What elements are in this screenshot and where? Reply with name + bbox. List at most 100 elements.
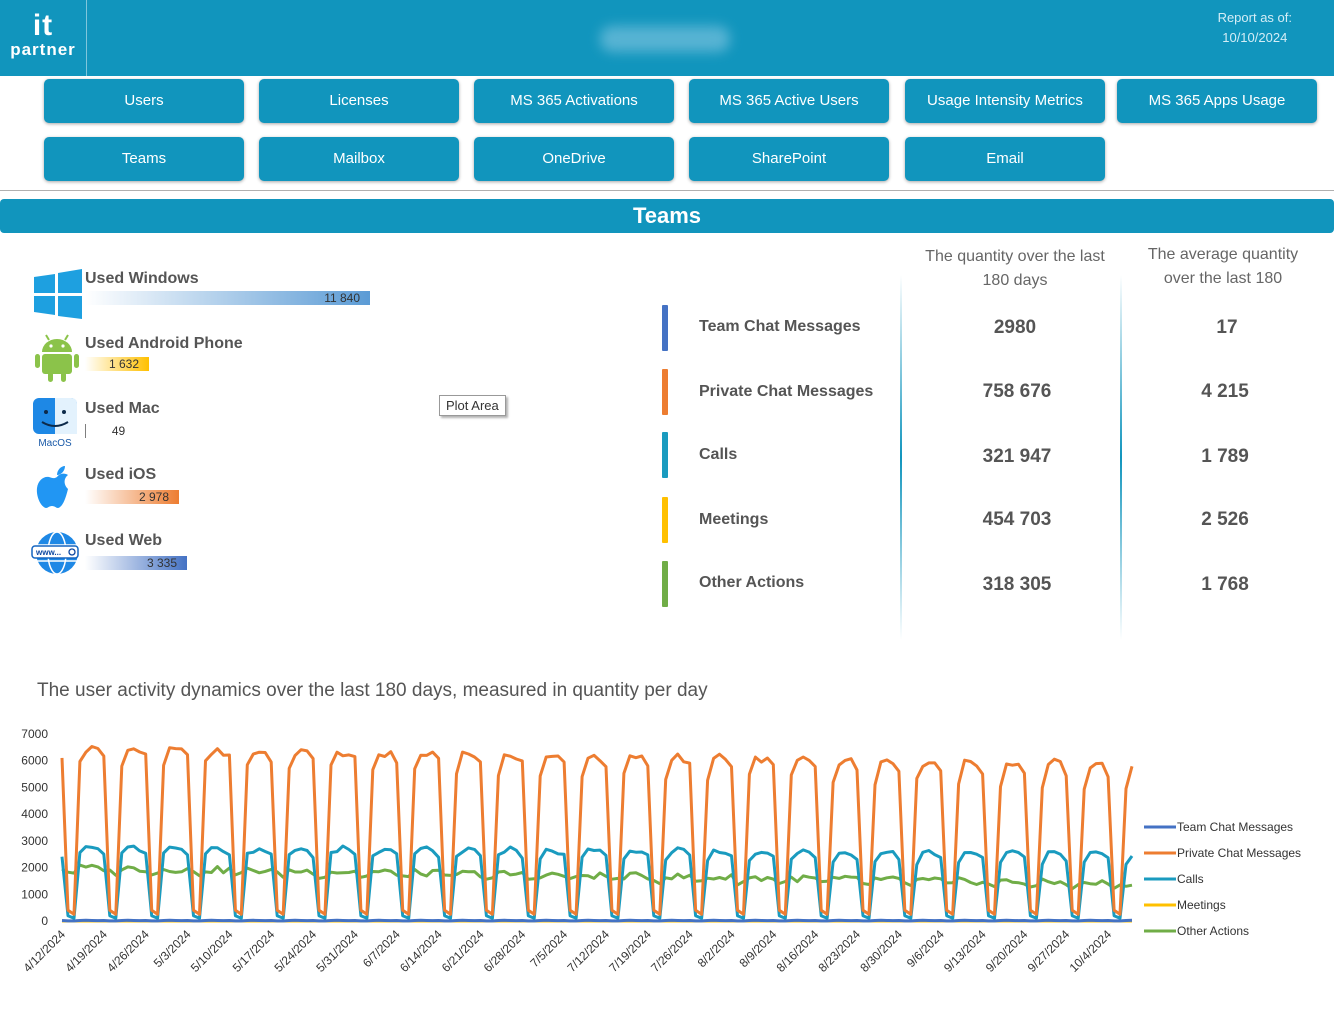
column-divider xyxy=(900,275,902,640)
x-tick-label: 6/28/2024 xyxy=(481,927,529,975)
nav-active-users-button[interactable]: MS 365 Active Users xyxy=(689,79,889,123)
activity-line-chart[interactable]: 010002000300040005000600070004/12/20244/… xyxy=(0,720,1334,1012)
android-icon xyxy=(35,334,79,382)
y-tick-label: 0 xyxy=(41,914,48,928)
series-line-team-chat-messages xyxy=(61,918,1133,923)
metric-average: 17 xyxy=(1216,317,1238,338)
x-tick-label: 6/14/2024 xyxy=(397,927,445,975)
x-tick-label: 5/3/2024 xyxy=(151,927,194,970)
metric-total: 321 947 xyxy=(982,446,1052,467)
x-tick-label: 9/13/2024 xyxy=(941,927,989,975)
chart-title: The user activity dynamics over the last… xyxy=(37,680,708,701)
x-tick-label: 8/23/2024 xyxy=(815,927,863,975)
macos-icon-caption: MacOS xyxy=(38,438,72,448)
y-tick-label: 3000 xyxy=(21,834,48,848)
device-label-android: Used Android Phone xyxy=(85,335,243,352)
metric-color-marker xyxy=(662,305,668,351)
x-tick-label: 8/16/2024 xyxy=(774,927,822,975)
plot-area-tooltip: Plot Area xyxy=(439,395,506,416)
nav-apps-usage-button[interactable]: MS 365 Apps Usage xyxy=(1117,79,1317,123)
x-tick-label: 6/7/2024 xyxy=(360,927,403,970)
metric-color-marker xyxy=(662,432,668,478)
metric-average: 1 768 xyxy=(1201,574,1249,595)
device-bar-mac: 49 xyxy=(85,424,151,438)
metric-color-marker xyxy=(662,561,668,607)
series-line-private-chat-messages xyxy=(60,745,1134,916)
nav-usage-intensity-button[interactable]: Usage Intensity Metrics xyxy=(905,79,1105,123)
series-line-other-actions xyxy=(61,863,1133,891)
x-tick-label: 7/26/2024 xyxy=(648,927,696,975)
x-tick-label: 7/12/2024 xyxy=(564,927,612,975)
legend-label: Team Chat Messages xyxy=(1177,820,1293,834)
device-bar-android: 1 632 xyxy=(85,357,149,371)
x-tick-label: 5/10/2024 xyxy=(188,927,236,975)
y-tick-label: 4000 xyxy=(21,807,48,821)
tenant-name-blurred xyxy=(600,26,730,52)
web-icon: www... xyxy=(31,531,79,575)
nav-mailbox-button[interactable]: Mailbox xyxy=(259,137,459,181)
x-tick-label: 4/26/2024 xyxy=(104,927,152,975)
section-title: Teams xyxy=(0,199,1334,233)
logo-line2: partner xyxy=(10,40,76,59)
device-label-web: Used Web xyxy=(85,532,163,549)
x-tick-label: 5/31/2024 xyxy=(313,927,361,975)
metric-total: 454 703 xyxy=(982,509,1052,530)
legend-label: Calls xyxy=(1177,872,1204,886)
x-tick-label: 5/24/2024 xyxy=(272,927,320,975)
windows-icon xyxy=(34,269,82,319)
y-tick-label: 1000 xyxy=(21,887,48,901)
macos-icon: MacOS xyxy=(33,398,77,448)
metric-total: 318 305 xyxy=(982,574,1052,595)
nav-onedrive-button[interactable]: OneDrive xyxy=(474,137,674,181)
x-tick-label: 9/6/2024 xyxy=(904,927,947,970)
nav-users-button[interactable]: Users xyxy=(44,79,244,123)
metric-total: 2980 xyxy=(993,317,1037,338)
device-label-ios: Used iOS xyxy=(85,466,157,483)
device-bar-windows: 11 840 xyxy=(85,291,370,305)
svg-text:www...: www... xyxy=(35,548,61,557)
x-tick-label: 7/5/2024 xyxy=(527,927,570,970)
metric-label: Team Chat Messages xyxy=(699,318,861,335)
nav-teams-button[interactable]: Teams xyxy=(44,137,244,181)
device-bar-ios: 2 978 xyxy=(85,490,179,504)
metric-color-marker xyxy=(662,369,668,415)
metric-label: Calls xyxy=(699,446,738,463)
x-tick-label: 5/17/2024 xyxy=(230,927,278,975)
col-header-average: The average quantity over the last 180 xyxy=(1147,246,1299,287)
report-date: 10/10/2024 xyxy=(1222,30,1288,45)
device-label-mac: Used Mac xyxy=(85,400,160,417)
x-tick-label: 6/21/2024 xyxy=(439,927,487,975)
metric-average: 1 789 xyxy=(1201,446,1249,467)
x-tick-label: 9/27/2024 xyxy=(1025,927,1073,975)
header-bar: it partner Report as of: 10/10/2024 xyxy=(0,0,1334,76)
x-tick-label: 10/4/2024 xyxy=(1067,927,1115,975)
x-tick-label: 7/19/2024 xyxy=(606,927,654,975)
x-tick-label: 4/19/2024 xyxy=(62,927,110,975)
nav-licenses-button[interactable]: Licenses xyxy=(259,79,459,123)
device-label-windows: Used Windows xyxy=(85,270,199,287)
col-header-total: The quantity over the last 180 days xyxy=(925,248,1105,289)
nav-activations-button[interactable]: MS 365 Activations xyxy=(474,79,674,123)
nav-email-button[interactable]: Email xyxy=(905,137,1105,181)
metric-label: Private Chat Messages xyxy=(699,383,874,400)
x-tick-label: 8/9/2024 xyxy=(737,927,780,970)
apple-icon xyxy=(36,466,68,508)
nav-sharepoint-button[interactable]: SharePoint xyxy=(689,137,889,181)
metric-color-marker xyxy=(662,497,668,543)
metric-average: 4 215 xyxy=(1201,381,1249,402)
x-tick-label: 8/2/2024 xyxy=(695,927,738,970)
device-bar-web: 3 335 xyxy=(85,556,187,570)
report-label: Report as of: xyxy=(1217,10,1292,25)
y-tick-label: 5000 xyxy=(21,780,48,794)
itpartner-logo[interactable]: it partner xyxy=(0,0,87,76)
divider xyxy=(0,190,1334,191)
x-tick-label: 4/12/2024 xyxy=(20,927,68,975)
legend-label: Meetings xyxy=(1177,898,1226,912)
metric-label: Meetings xyxy=(699,511,769,528)
y-tick-label: 2000 xyxy=(21,861,48,875)
legend-label: Other Actions xyxy=(1177,924,1249,938)
x-tick-label: 9/20/2024 xyxy=(983,927,1031,975)
logo-line1: it xyxy=(32,9,54,42)
report-date-block: Report as of: 10/10/2024 xyxy=(1218,8,1292,48)
y-tick-label: 7000 xyxy=(21,727,48,741)
